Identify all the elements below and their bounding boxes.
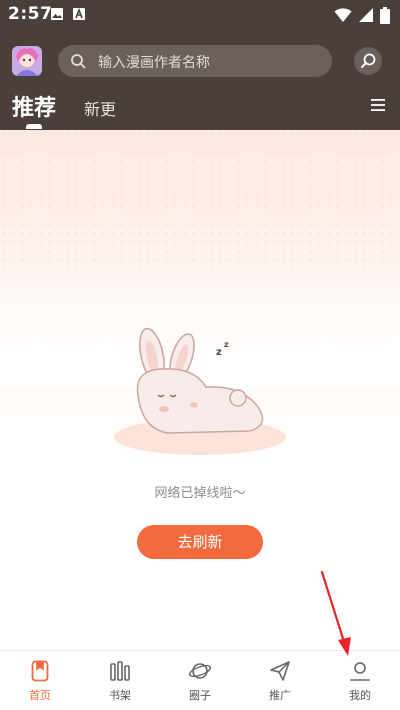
search-input[interactable]: 输入漫画作者名称 [58, 45, 332, 77]
bookshelf-icon [110, 661, 130, 681]
nav-label-profile: 我的 [349, 689, 371, 702]
annotation-arrow-icon [320, 570, 351, 656]
search-button[interactable] [354, 47, 382, 75]
offline-message: 网络已掉线啦～ [154, 486, 246, 501]
menu-icon[interactable] [370, 98, 386, 112]
user-icon [350, 662, 370, 681]
search-icon [71, 54, 86, 69]
status-time: 2:57 [8, 4, 53, 24]
wifi-icon [334, 8, 352, 22]
nav-home[interactable]: 首页 [10, 657, 70, 707]
tab-recommend[interactable]: 推荐 [12, 90, 56, 122]
sleeping-rabbit-illustration: z z [114, 327, 286, 455]
nav-label-promote: 推广 [269, 689, 291, 702]
app-header: 输入漫画作者名称 推荐 新更 [0, 30, 400, 130]
nav-label-bookshelf: 书架 [109, 689, 131, 702]
tab-new-updates[interactable]: 新更 [84, 96, 116, 120]
battery-icon [380, 6, 390, 24]
nav-promote[interactable]: 推广 [250, 657, 310, 707]
planet-icon [188, 663, 212, 679]
nav-label-home: 首页 [29, 689, 51, 702]
svg-text:z: z [216, 347, 222, 358]
signal-icon [359, 8, 373, 22]
avatar-image [12, 46, 42, 76]
app-notification-icon [73, 7, 85, 20]
nav-circle[interactable]: 圈子 [170, 657, 230, 707]
paper-plane-icon [270, 661, 290, 681]
refresh-button[interactable]: 去刷新 [137, 525, 263, 559]
nav-bookshelf[interactable]: 书架 [90, 657, 150, 707]
svg-text:z: z [224, 340, 229, 349]
tab-active-indicator [26, 124, 42, 129]
avatar[interactable] [12, 46, 42, 76]
status-bar: 2:57 [0, 0, 400, 30]
search-placeholder: 输入漫画作者名称 [98, 55, 210, 71]
nav-label-circle: 圈子 [189, 689, 211, 702]
bookmark-icon [31, 660, 49, 682]
magnifier-icon [361, 53, 376, 68]
image-icon [51, 8, 63, 20]
nav-profile[interactable]: 我的 [330, 657, 390, 707]
